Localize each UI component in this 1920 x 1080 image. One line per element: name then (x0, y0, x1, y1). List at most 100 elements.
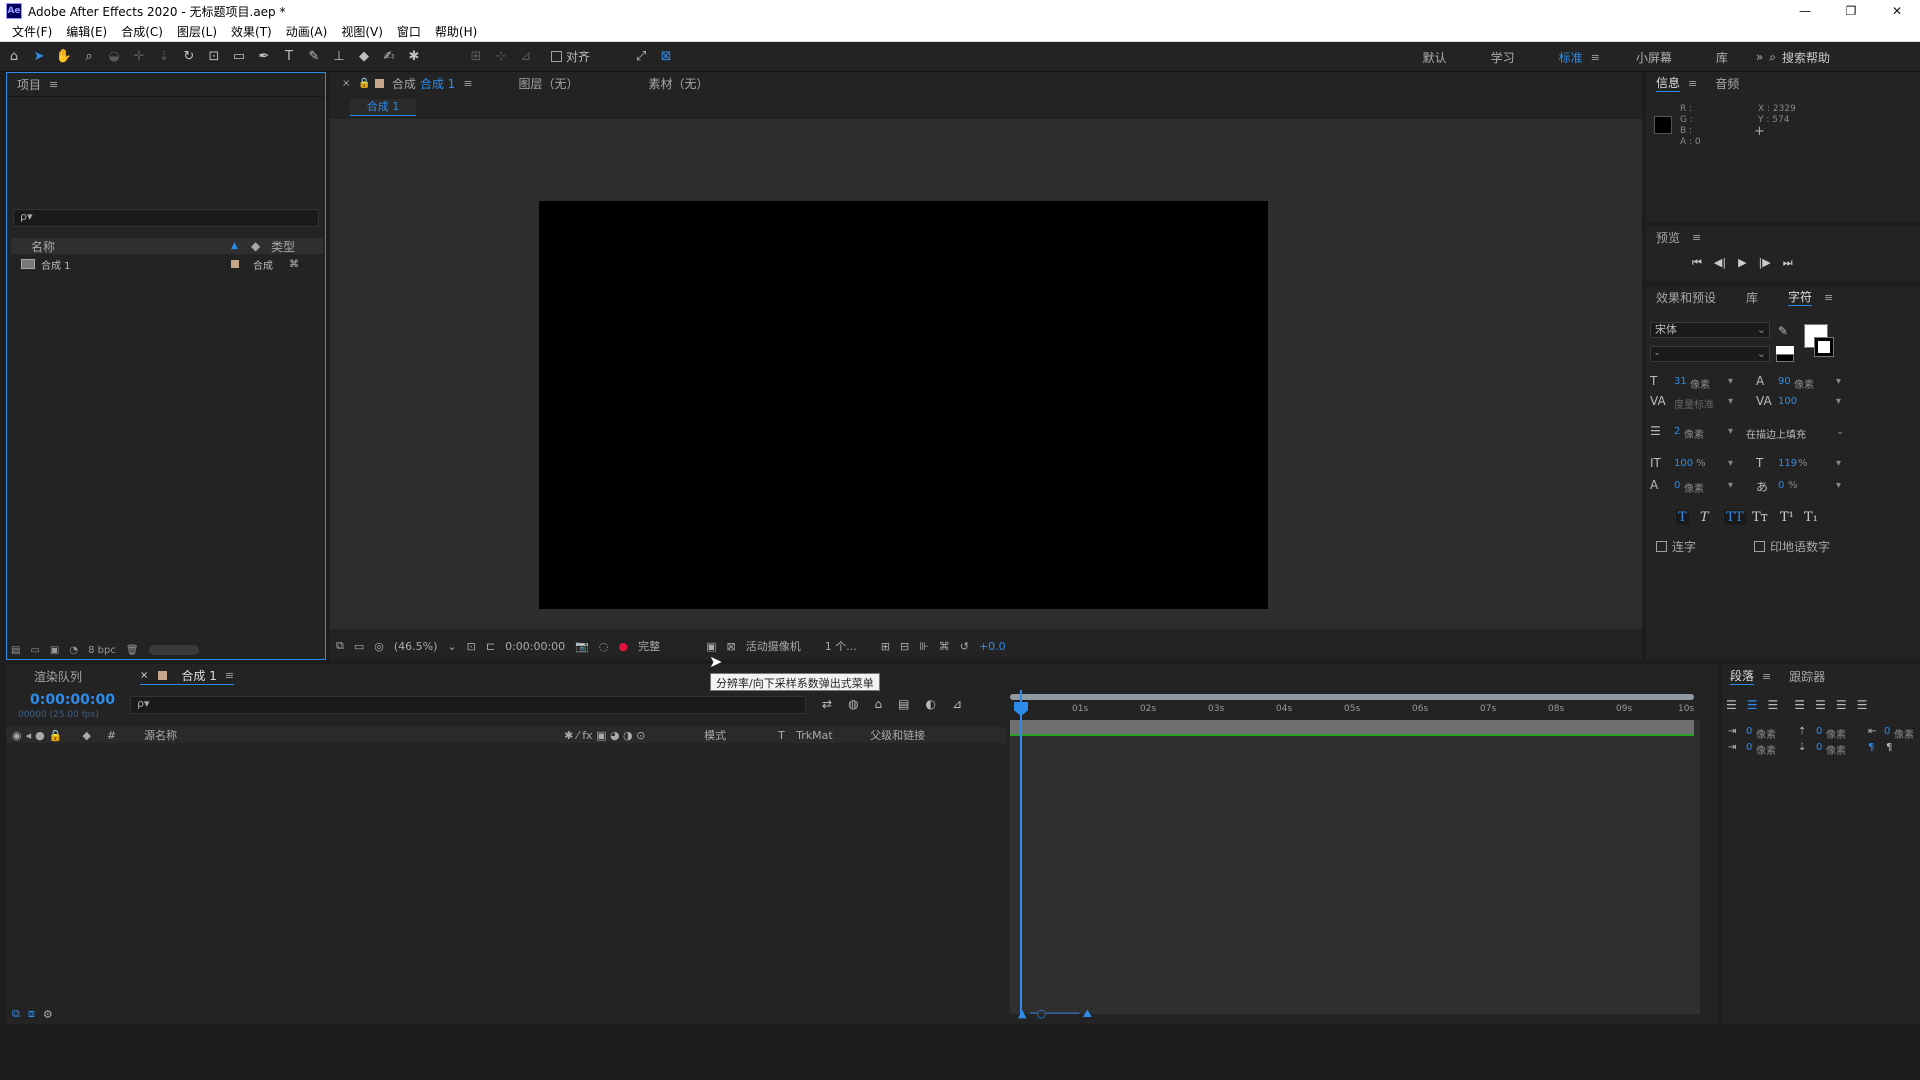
bit-depth-label[interactable]: 8 bpc (88, 645, 116, 656)
tab-audio[interactable]: 音频 (1715, 75, 1739, 92)
vertical-scale-value[interactable]: 100 (1674, 458, 1693, 469)
workspace-default[interactable]: 默认 (1423, 49, 1447, 66)
subscript-button[interactable]: T₁ (1804, 510, 1818, 525)
brush-tool-icon[interactable]: ✎ (303, 46, 325, 68)
monitor-icon[interactable]: ▭ (354, 640, 364, 653)
composition-mini-flowchart-icon[interactable]: ⇄ (822, 697, 832, 711)
timeline-search-input[interactable]: ρ▾ (130, 696, 806, 714)
faux-italic-button[interactable]: T (1700, 510, 1709, 525)
pen-tool-icon[interactable]: ✒ (253, 46, 275, 68)
project-item[interactable]: 合成 1 合成 ⌘ (11, 256, 323, 272)
set-white-swatch[interactable] (1776, 346, 1794, 354)
motion-blur-icon[interactable]: ◐ (926, 697, 936, 711)
new-folder-icon[interactable]: ▭ (30, 645, 39, 656)
title-safe-icon[interactable]: ⊏ (486, 640, 495, 653)
chevron-down-icon[interactable]: ▾ (1728, 426, 1733, 437)
snap-feature-icon[interactable]: ⊠ (655, 46, 677, 68)
chevron-down-icon[interactable]: ▾ (1836, 376, 1841, 387)
align-left-icon[interactable]: ☰ (1726, 698, 1737, 712)
vr-icon[interactable]: ◎ (374, 640, 384, 653)
type-tool-icon[interactable]: T (278, 46, 300, 68)
label-color-swatch[interactable] (231, 260, 239, 268)
chevron-down-icon[interactable]: ▾ (1728, 396, 1733, 407)
lock-icon[interactable]: 🔒 (358, 78, 370, 89)
menu-help[interactable]: 帮助(H) (435, 23, 477, 40)
info-menu-icon[interactable]: ≡ (1688, 77, 1697, 90)
close-tab-icon[interactable]: × (342, 78, 350, 89)
flowchart-view-icon[interactable]: ⌘ (939, 640, 950, 653)
in-out-pane-icon[interactable]: ⚙ (43, 1008, 53, 1021)
tab-character[interactable]: 字符 (1788, 288, 1813, 306)
solo-toggle-icon[interactable]: ● (35, 729, 45, 742)
previous-frame-icon[interactable]: ◀| (1714, 256, 1726, 270)
align-checkbox[interactable]: 对齐 (551, 48, 590, 65)
last-frame-icon[interactable]: ⏭ (1783, 256, 1793, 270)
font-family-dropdown[interactable]: 宋体 ⌄ (1650, 322, 1770, 338)
more-workspaces-icon[interactable]: » (1756, 50, 1763, 64)
chevron-down-icon[interactable]: ▾ (1728, 480, 1733, 491)
draft-3d-icon[interactable]: ◍ (848, 697, 858, 711)
menu-composition[interactable]: 合成(C) (121, 23, 163, 40)
pan-camera-icon[interactable]: ✛ (128, 46, 150, 68)
workspace-small-screen[interactable]: 小屏幕 (1636, 49, 1672, 66)
col-type[interactable]: 类型 (271, 238, 295, 255)
chevron-down-icon[interactable]: ▾ (1728, 458, 1733, 469)
reset-exposure-icon[interactable]: ↺ (960, 640, 969, 653)
axis-world-icon[interactable]: ⊹ (490, 46, 512, 68)
color-channels-icon[interactable]: ● (618, 640, 628, 653)
stroke-color-swatch[interactable] (1814, 337, 1834, 357)
preview-title[interactable]: 预览 (1656, 229, 1680, 246)
first-line-indent-value[interactable]: 0 (1746, 742, 1752, 753)
tab-paragraph[interactable]: 段落 (1730, 667, 1755, 685)
col-parent-link[interactable]: 父级和链接 (870, 727, 925, 743)
align-right-icon[interactable]: ☰ (1768, 698, 1779, 712)
space-after-value[interactable]: 0 (1816, 742, 1822, 753)
magnification-dropdown[interactable]: (46.5%) (394, 640, 438, 653)
close-tab-icon[interactable]: × (140, 670, 148, 681)
rtl-direction-icon[interactable]: ¶ (1886, 742, 1892, 753)
stroke-mode-dropdown[interactable]: 在描边上填充 (1746, 426, 1806, 441)
composition-breadcrumb[interactable]: 合成 1 (350, 99, 416, 116)
playhead[interactable] (1020, 690, 1022, 1014)
indent-left-value[interactable]: 0 (1746, 726, 1752, 737)
restore-icon[interactable]: ❐ (1828, 0, 1874, 22)
show-snapshot-icon[interactable]: ◌ (599, 640, 609, 653)
character-menu-icon[interactable]: ≡ (1824, 291, 1833, 304)
flowchart-icon[interactable]: ⌘ (289, 259, 299, 270)
hand-tool-icon[interactable]: ✋ (53, 46, 75, 68)
region-of-interest-icon[interactable]: ▣ (706, 640, 716, 653)
stroke-width-value[interactable]: 2 (1674, 426, 1680, 437)
roto-brush-icon[interactable]: ✍ (378, 46, 400, 68)
tracking-value[interactable]: 100 (1778, 396, 1797, 407)
justify-last-center-icon[interactable]: ☰ (1815, 698, 1826, 712)
panel-menu-icon[interactable]: ≡ (49, 78, 58, 91)
small-caps-button[interactable]: Tт (1752, 510, 1768, 525)
paragraph-menu-icon[interactable]: ≡ (1762, 670, 1771, 683)
interpret-footage-icon[interactable]: ▤ (11, 645, 20, 656)
always-preview-icon[interactable]: ⧉ (336, 639, 344, 653)
tsume-value[interactable]: 0 (1778, 480, 1784, 491)
chevron-down-icon[interactable]: ▾ (1836, 396, 1841, 407)
dolly-camera-icon[interactable]: ⇣ (153, 46, 175, 68)
rectangle-tool-icon[interactable]: ▭ (228, 46, 250, 68)
resolution-dropdown[interactable]: 完整 (638, 638, 660, 654)
col-mode[interactable]: 模式 (704, 727, 778, 743)
timeline-zoom-slider[interactable]: ▲ ─○───── ⛰ (1018, 1007, 1092, 1021)
kerning-value[interactable]: 度量标准 (1674, 396, 1714, 411)
menu-view[interactable]: 视图(V) (341, 23, 383, 40)
faux-bold-button[interactable]: T (1676, 510, 1689, 525)
workspace-menu-icon[interactable]: ≡ (1591, 51, 1600, 64)
chevron-down-icon[interactable]: ▾ (1728, 376, 1733, 387)
set-black-swatch[interactable] (1776, 354, 1794, 362)
delete-icon[interactable]: 🗑 (126, 645, 139, 656)
tab-render-queue[interactable]: 渲染队列 (34, 668, 82, 685)
chevron-down-icon[interactable]: ⌄ (1836, 426, 1844, 437)
pan-behind-tool-icon[interactable]: ⊡ (203, 46, 225, 68)
tab-effects-presets[interactable]: 效果和预设 (1656, 289, 1716, 306)
graph-editor-icon[interactable]: ⊿ (952, 697, 962, 711)
snapshot-icon[interactable]: 📷 (575, 640, 589, 653)
snap-icon[interactable]: ⤢ (630, 46, 652, 68)
label-tag-icon[interactable]: ◆ (251, 239, 271, 253)
label-column-icon[interactable]: ◆ (82, 729, 90, 742)
orbit-camera-icon[interactable]: ◒ (103, 46, 125, 68)
